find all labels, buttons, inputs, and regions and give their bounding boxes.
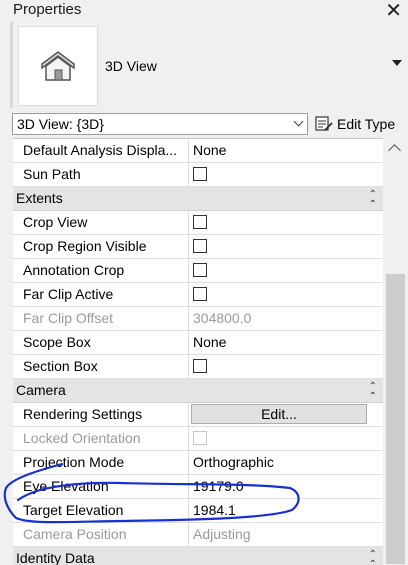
annotation-crop-checkbox[interactable] [193, 263, 207, 277]
type-selector-edge [10, 22, 13, 108]
property-row-crop-view[interactable]: Crop View [13, 211, 383, 235]
type-selector[interactable]: 3D View [10, 22, 408, 108]
property-row-crop-region-visible[interactable]: Crop Region Visible [13, 235, 383, 259]
property-value [189, 427, 383, 450]
property-value [189, 211, 383, 234]
rendering-settings-edit-button[interactable]: Edit... [191, 404, 367, 424]
close-icon[interactable]: ✕ [385, 0, 402, 23]
property-row-locked-orientation: Locked Orientation [13, 427, 383, 451]
crop-region-visible-checkbox[interactable] [193, 239, 207, 253]
property-row-section-box[interactable]: Section Box [13, 355, 383, 379]
property-name: Annotation Crop [13, 259, 189, 282]
chevron-down-icon [293, 116, 304, 127]
collapse-icon[interactable]: ⌃ ⌃ [369, 382, 377, 402]
property-row-far-clip-offset: Far Clip Offset 304800.0 [13, 307, 383, 331]
property-value[interactable]: 1984.1 [189, 499, 383, 522]
property-name: Rendering Settings [13, 403, 189, 426]
property-grid: Default Analysis Displa... None Sun Path… [13, 138, 383, 565]
property-value [189, 355, 383, 378]
type-thumbnail [18, 26, 98, 106]
property-name: Camera Position [13, 523, 189, 546]
property-name: Far Clip Active [13, 283, 189, 306]
house-3d-icon [41, 51, 75, 81]
property-row-far-clip-active[interactable]: Far Clip Active [13, 283, 383, 307]
property-value: Adjusting [193, 526, 251, 542]
vertical-scrollbar[interactable] [383, 138, 408, 564]
group-label: Camera [16, 382, 66, 398]
far-clip-active-checkbox[interactable] [193, 287, 207, 301]
property-name: Crop Region Visible [13, 235, 189, 258]
property-value [189, 259, 383, 282]
sun-path-checkbox[interactable] [193, 167, 207, 181]
property-name: Default Analysis Displa... [13, 139, 189, 162]
property-value[interactable]: 19179.0 [189, 475, 383, 498]
property-value: Edit... [189, 403, 383, 426]
scrollbar-thumb[interactable] [386, 274, 405, 564]
scroll-up-arrow-icon[interactable] [388, 144, 401, 157]
property-row-default-analysis-display[interactable]: Default Analysis Displa... None [13, 139, 383, 163]
property-value[interactable]: None [189, 331, 383, 354]
type-name: 3D View [105, 58, 157, 74]
property-name: Section Box [13, 355, 189, 378]
group-header-identity-data[interactable]: Identity Data ⌃ ⌃ [13, 547, 383, 565]
view-instance-value: 3D View: {3D} [17, 116, 104, 132]
property-row-projection-mode[interactable]: Projection Mode Orthographic [13, 451, 383, 475]
group-label: Extents [16, 190, 63, 206]
property-value [189, 163, 383, 186]
property-row-camera-position: Camera Position Adjusting [13, 523, 383, 547]
section-box-checkbox[interactable] [193, 359, 207, 373]
edit-type-label: Edit Type [337, 116, 396, 132]
view-instance-dropdown[interactable]: 3D View: {3D} [12, 113, 308, 135]
group-header-extents[interactable]: Extents ⌃ ⌃ [13, 187, 383, 211]
property-name: Scope Box [13, 331, 189, 354]
property-value[interactable]: Orthographic [189, 451, 383, 474]
property-value [189, 235, 383, 258]
property-value [189, 283, 383, 306]
panel-title: Properties [13, 1, 82, 18]
group-header-camera[interactable]: Camera ⌃ ⌃ [13, 379, 383, 403]
locked-orientation-checkbox [193, 431, 207, 445]
edit-type-button[interactable]: Edit Type [315, 113, 395, 135]
property-row-sun-path[interactable]: Sun Path [13, 163, 383, 187]
property-row-eye-elevation[interactable]: Eye Elevation 19179.0 [13, 475, 383, 499]
property-value: 304800.0 [193, 310, 252, 326]
type-dropdown-arrow-icon[interactable] [392, 60, 402, 66]
properties-title-bar: Properties ✕ [0, 0, 408, 22]
property-name: Eye Elevation [13, 475, 189, 498]
property-name: Projection Mode [13, 451, 189, 474]
property-name: Locked Orientation [13, 427, 189, 450]
property-name: Crop View [13, 211, 189, 234]
instance-selector-row: 3D View: {3D} Edit Type [0, 112, 408, 138]
property-row-target-elevation[interactable]: Target Elevation 1984.1 [13, 499, 383, 523]
property-row-annotation-crop[interactable]: Annotation Crop [13, 259, 383, 283]
property-name: Sun Path [13, 163, 189, 186]
group-label: Identity Data [16, 550, 95, 565]
property-name: Target Elevation [13, 499, 189, 522]
collapse-icon[interactable]: ⌃ ⌃ [369, 190, 377, 210]
crop-view-checkbox[interactable] [193, 215, 207, 229]
edit-type-icon [315, 116, 333, 131]
property-value[interactable]: None [189, 139, 383, 162]
property-row-scope-box[interactable]: Scope Box None [13, 331, 383, 355]
collapse-icon[interactable]: ⌃ ⌃ [369, 550, 377, 565]
property-name: Far Clip Offset [13, 307, 189, 330]
property-row-rendering-settings[interactable]: Rendering Settings Edit... [13, 403, 383, 427]
